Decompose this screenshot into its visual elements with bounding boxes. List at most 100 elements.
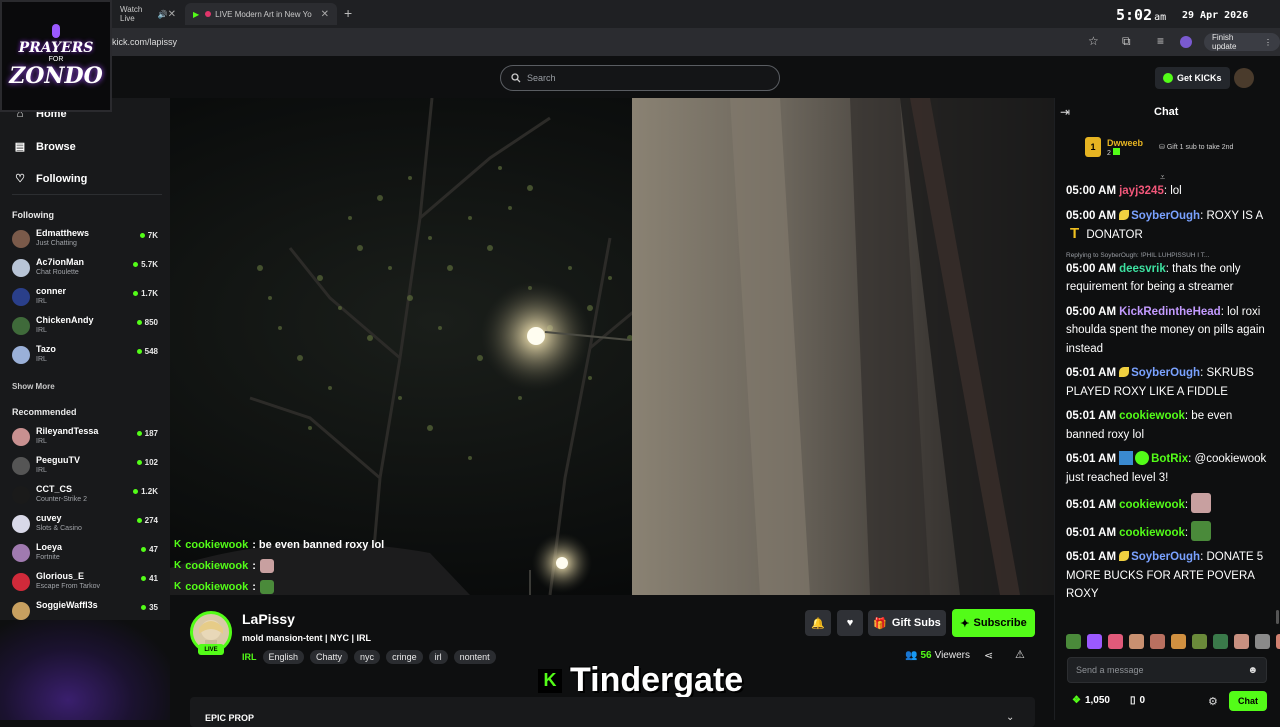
message-username[interactable]: cookiewook — [1119, 499, 1185, 511]
show-more-link[interactable]: Show More — [12, 382, 55, 391]
stream-tags: IRL English Chatty nyc cringe irl nontent — [242, 650, 496, 664]
category-link[interactable]: IRL — [242, 650, 257, 664]
get-kicks-button[interactable]: Get KICKs — [1155, 67, 1230, 89]
report-warning-icon[interactable]: ⚠ — [1015, 648, 1025, 661]
finish-update-button[interactable]: Finish update ⋮ — [1204, 33, 1280, 51]
nav-browse[interactable]: ▤ Browse — [14, 140, 76, 154]
search-input[interactable] — [527, 73, 757, 83]
overlay-logo: PRAYERS FOR ZONDO — [0, 0, 112, 112]
profile-avatar-icon[interactable] — [1180, 36, 1192, 48]
message-username[interactable]: jayj3245 — [1119, 185, 1164, 197]
user-avatar[interactable] — [1234, 68, 1254, 88]
sidebar-channel[interactable]: CCT_CS Counter-Strike 2 1.2K — [12, 484, 162, 510]
message-username[interactable]: SoyberOugh — [1131, 551, 1200, 563]
emote-icon[interactable] — [1171, 634, 1186, 649]
emote-icon[interactable] — [1213, 634, 1228, 649]
channel-name: Tazo — [36, 344, 56, 354]
send-message-box[interactable]: ☻ — [1067, 657, 1267, 683]
video-player[interactable] — [170, 98, 1054, 595]
emote-icon[interactable] — [1234, 634, 1249, 649]
emote-icon[interactable] — [1192, 634, 1207, 649]
gear-icon[interactable]: ⚙ — [1208, 695, 1218, 708]
stream-tag[interactable]: nontent — [453, 650, 496, 664]
channel-category: Chat Roulette — [36, 269, 79, 276]
message-username[interactable]: KickRedintheHead — [1119, 306, 1221, 318]
close-tab-icon[interactable]: ✕ — [321, 9, 329, 20]
message-username[interactable]: deesvrik — [1119, 263, 1166, 275]
message-username[interactable]: SoyberOugh — [1131, 210, 1200, 222]
stream-tag[interactable]: English — [262, 650, 305, 664]
channel-name: cuvey — [36, 513, 62, 523]
channel-points[interactable]: ▯ 0 — [1130, 695, 1145, 706]
viewer-count: 274 — [137, 516, 158, 525]
notification-bell-button[interactable]: 🔔 — [805, 610, 831, 636]
follow-heart-button[interactable]: ♥ — [837, 610, 863, 636]
overlay-chat-line: Kcookiewook: be even banned roxy lol — [174, 538, 385, 551]
message-text: : ROXY IS A — [1200, 209, 1263, 222]
sidebar-channel[interactable]: RileyandTessa IRL 187 — [12, 426, 162, 452]
points-icon: ❖ — [1072, 695, 1081, 706]
emote-icon[interactable] — [1108, 634, 1123, 649]
media-control-icon[interactable]: ≡ — [1157, 34, 1164, 48]
emoji-picker-icon[interactable]: ☻ — [1247, 665, 1258, 676]
streamer-name[interactable]: LaPissy — [242, 611, 295, 627]
sidebar-channel[interactable]: Ac7ionMan Chat Roulette 5.7K — [12, 257, 162, 283]
browser-tab-modern-art[interactable]: ▶ LIVE Modern Art in New Yo ✕ — [185, 3, 337, 25]
chat-input[interactable] — [1076, 665, 1248, 675]
emote-icon[interactable] — [1255, 634, 1270, 649]
sidebar-channel[interactable]: Loeya Fortnite 47 — [12, 542, 162, 568]
gift-leaderboard[interactable]: 1 Dwweeb 2 ⛁ Gift 1 sub to take 2nd — [1085, 137, 1233, 157]
stream-tag[interactable]: irl — [428, 650, 448, 664]
gift-subs-button[interactable]: 🎁 Gift Subs — [868, 610, 946, 636]
emote-icon[interactable] — [1150, 634, 1165, 649]
search-box[interactable] — [500, 65, 780, 91]
collapse-chat-icon[interactable]: ⇥ — [1060, 105, 1070, 119]
new-tab-icon[interactable]: + — [344, 5, 352, 21]
subscribe-button[interactable]: ✦ Subscribe — [952, 609, 1035, 637]
sidebar-channel[interactable]: Glorious_E Escape From Tarkov 41 — [12, 571, 162, 597]
message-username[interactable]: cookiewook — [1119, 410, 1185, 422]
emote-icon — [259, 558, 274, 573]
url-field[interactable]: kick.com/lapissy — [112, 37, 177, 47]
share-icon[interactable]: ⋖ — [984, 649, 993, 662]
sidebar-channel[interactable]: conner IRL 1.7K — [12, 286, 162, 312]
emote-icon[interactable] — [1276, 634, 1280, 649]
chat-message: 05:00 AM KickRedintheHead: lol roxi shoul… — [1066, 303, 1270, 359]
sidebar-channel[interactable]: Tazo IRL 548 — [12, 344, 162, 370]
gift-prompt: ⛁ Gift 1 sub to take 2nd — [1159, 144, 1234, 151]
chevron-down-icon[interactable]: ⌄ — [1006, 712, 1014, 723]
stream-tag[interactable]: cringe — [386, 650, 423, 664]
sidebar-channel[interactable]: PeeguuTV IRL 102 — [12, 455, 162, 481]
sidebar-channel[interactable]: Edmatthews Just Chatting 7K — [12, 228, 162, 254]
message-username[interactable]: SoyberOugh — [1131, 367, 1200, 379]
emote-icon[interactable] — [1129, 634, 1144, 649]
about-panel — [190, 697, 1035, 727]
sidebar-channel[interactable]: cuvey Slots & Casino 274 — [12, 513, 162, 539]
channel-avatar — [12, 573, 30, 591]
emote-icon[interactable] — [1087, 634, 1102, 649]
stream-tag[interactable]: nyc — [354, 650, 381, 664]
nav-following[interactable]: ♡ Following — [14, 172, 87, 186]
channel-category: Counter-Strike 2 — [36, 496, 87, 503]
message-username[interactable]: cookiewook — [1119, 527, 1185, 539]
extensions-icon[interactable]: ⧉ — [1122, 34, 1131, 49]
bookmark-star-icon[interactable]: ☆ — [1088, 34, 1099, 48]
viewer-count: 187 — [137, 429, 158, 438]
chat-send-button[interactable]: Chat — [1229, 691, 1267, 711]
browser-tab-watch-live[interactable]: Watch Live 🔊 ✕ — [112, 3, 184, 25]
channel-avatar — [12, 602, 30, 620]
sidebar-channel[interactable]: ChickenAndy IRL 850 — [12, 315, 162, 341]
close-tab-icon[interactable]: ✕ — [168, 9, 176, 20]
chat-message: 05:00 AM SoyberOugh: ROXY IS A T DONATOR — [1066, 207, 1270, 245]
sidebar-divider — [12, 194, 162, 195]
speaker-icon[interactable]: 🔊 — [158, 10, 168, 19]
search-icon — [511, 73, 521, 83]
message-username[interactable]: BotRix — [1151, 453, 1188, 465]
banana-badge-icon — [1119, 551, 1130, 561]
chat-scrollbar[interactable] — [1276, 610, 1279, 624]
emote-icon[interactable] — [1066, 634, 1081, 649]
stream-tag[interactable]: Chatty — [310, 650, 349, 664]
about-panel-title: EPIC PROP — [205, 713, 255, 723]
kick-points[interactable]: ❖ 1,050 — [1072, 695, 1110, 706]
message-time: 05:00 AM — [1066, 262, 1117, 275]
